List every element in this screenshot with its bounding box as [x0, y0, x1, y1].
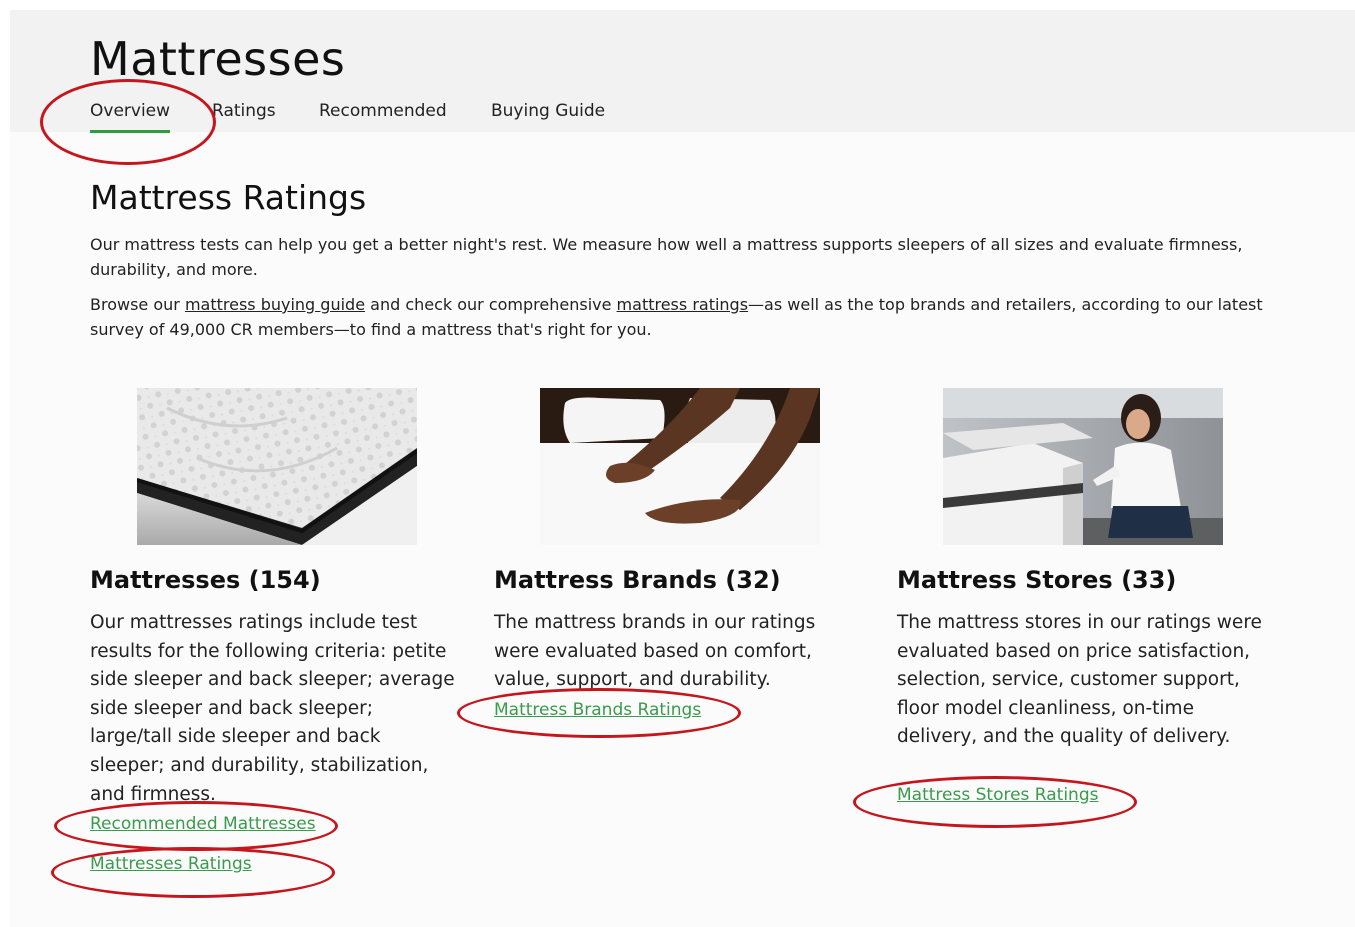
card-description-brands: The mattress brands in our ratings were … [494, 612, 816, 691]
tab-buying-guide[interactable]: Buying Guide [491, 101, 605, 121]
page-title: Mattresses [90, 32, 346, 86]
tab-overview[interactable]: Overview [90, 101, 171, 133]
section-title: Mattress Ratings [90, 178, 367, 217]
intro-paragraph-1: Our mattress tests can help you get a be… [90, 235, 1243, 279]
mattress-ratings-link[interactable]: mattress ratings [617, 295, 749, 314]
card-description-mattresses: Our mattresses ratings include test resu… [90, 612, 455, 805]
mattress-stores-ratings-link[interactable]: Mattress Stores Ratings [897, 785, 1098, 805]
card-description-stores: The mattress stores in our ratings were … [897, 612, 1262, 748]
buying-guide-link[interactable]: mattress buying guide [185, 295, 365, 314]
mattress-image[interactable] [137, 388, 417, 545]
intro-text: Browse our [90, 295, 185, 314]
tab-recommended[interactable]: Recommended [319, 101, 447, 121]
recommended-mattresses-link[interactable]: Recommended Mattresses [90, 814, 316, 834]
intro-paragraph-2: Browse our mattress buying guide and che… [90, 292, 1280, 342]
card-heading-mattresses: Mattresses (154) [90, 566, 321, 594]
card-heading-brands: Mattress Brands (32) [494, 566, 781, 594]
hands-on-mattress-image[interactable] [540, 388, 820, 545]
mattress-store-image[interactable] [943, 388, 1223, 545]
mattresses-ratings-link[interactable]: Mattresses Ratings [90, 854, 252, 874]
intro-text: and check our comprehensive [365, 295, 617, 314]
mattress-brands-ratings-link[interactable]: Mattress Brands Ratings [494, 700, 701, 720]
tab-ratings[interactable]: Ratings [212, 101, 276, 121]
card-heading-stores: Mattress Stores (33) [897, 566, 1177, 594]
